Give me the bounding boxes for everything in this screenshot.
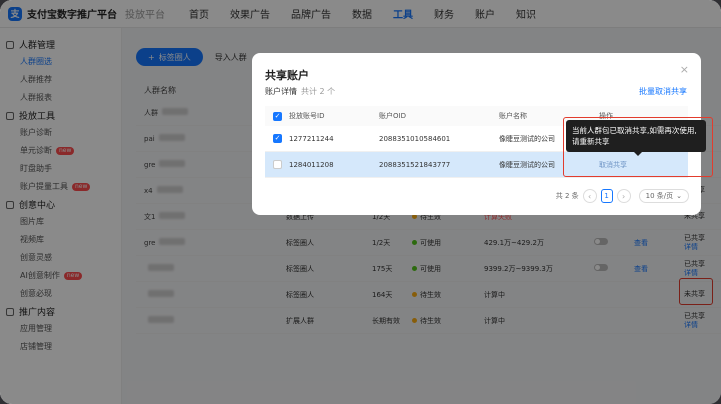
- select-all-checkbox[interactable]: ✓: [273, 111, 282, 121]
- pagination: 共 2 条 ‹ 1 › 10 条/页 ⌄: [556, 189, 689, 203]
- bulk-cancel-share-link[interactable]: 批量取消共享: [639, 86, 687, 97]
- row-checkbox[interactable]: [273, 160, 282, 169]
- page-1-button[interactable]: 1: [600, 189, 613, 203]
- account-oid: 2088351010584601: [379, 134, 451, 143]
- next-page-button[interactable]: ›: [616, 189, 631, 203]
- account-oid: 2088351521843777: [379, 160, 451, 169]
- account-details-label: 账户详情: [265, 87, 297, 96]
- row-checkbox[interactable]: ✓: [273, 134, 282, 143]
- page-size-select[interactable]: 10 条/页 ⌄: [638, 189, 689, 203]
- close-icon[interactable]: ×: [680, 63, 689, 76]
- prev-page-button[interactable]: ‹: [582, 189, 597, 203]
- col-account-id: 投放账号ID: [289, 112, 325, 120]
- total-count: 共 2 条: [555, 192, 579, 200]
- page-size-value: 10 条/页: [645, 192, 674, 200]
- account-id: 1277211244: [289, 134, 334, 143]
- app-window: 支 支付宝数字推广平台 投放平台 首页 效果广告 品牌广告 数据 工具 财务 账户 知识 人群…: [0, 0, 721, 404]
- col-account-oid: 账户OID: [379, 112, 406, 120]
- chevron-down-icon: ⌄: [676, 192, 682, 200]
- account-count: 共计 2 个: [301, 87, 336, 96]
- cancel-share-tooltip: 当前人群包已取消共享,如需再次使用,请重新共享: [566, 120, 706, 156]
- account-details: 账户详情 共计 2 个: [265, 86, 335, 97]
- modal-title: 共享账户: [265, 69, 309, 82]
- account-id: 1284011208: [289, 160, 334, 169]
